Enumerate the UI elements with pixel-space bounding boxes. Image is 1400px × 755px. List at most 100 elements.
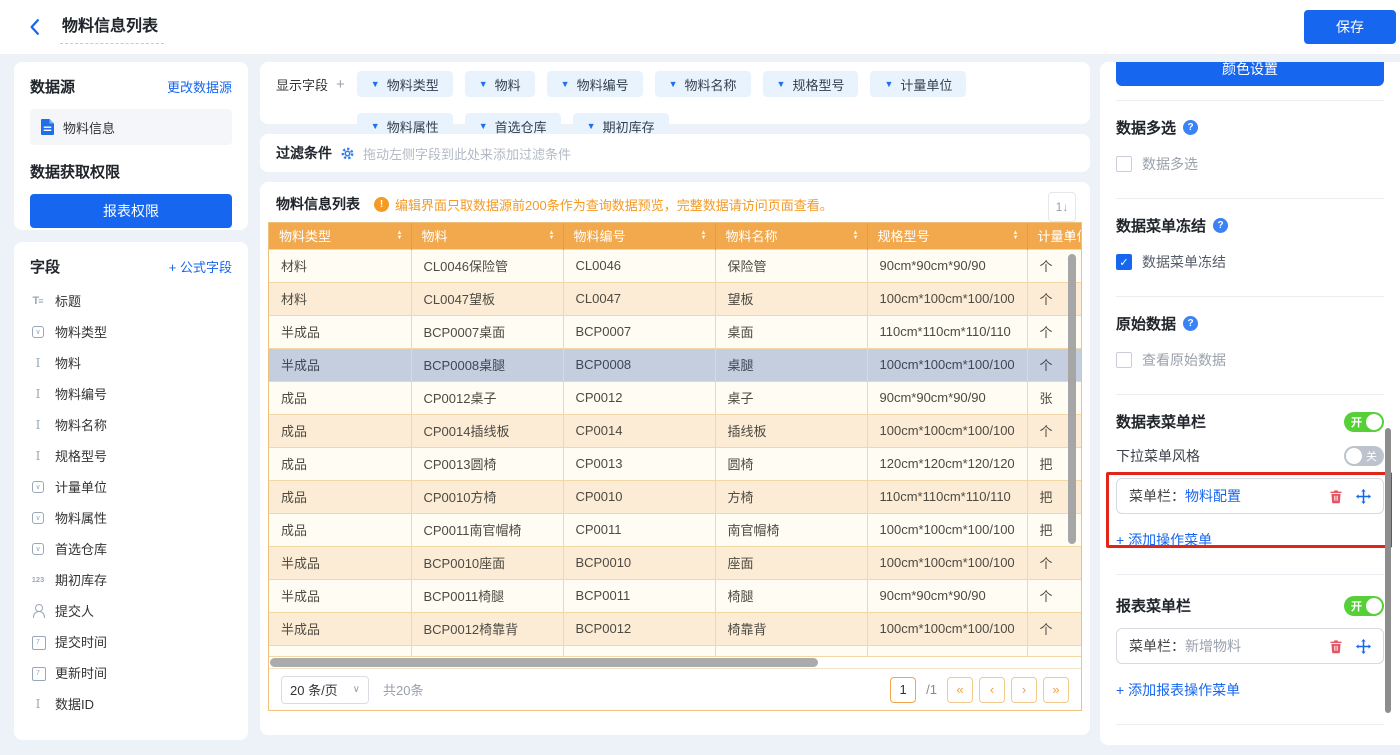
sort-arrows-icon[interactable]: ▲▼ <box>1013 231 1019 241</box>
table-row[interactable]: 半成品BCP0010座面BCP0010座面100cm*100cm*100/100… <box>269 546 1081 579</box>
sort-order-button[interactable]: 1↓ <box>1048 192 1076 222</box>
field-item[interactable]: ∨物料属性 <box>30 502 232 533</box>
field-item[interactable]: ∨计量单位 <box>30 471 232 502</box>
data-menu-title: 数据表菜单栏 <box>1116 411 1206 432</box>
field-item[interactable]: 物料 <box>30 347 232 378</box>
chevron-down-icon: ▼ <box>561 79 570 89</box>
field-item[interactable]: 期初库存 <box>30 564 232 595</box>
table-row[interactable]: 材料CL0046保险管CL0046保险管90cm*90cm*90/90个 <box>269 249 1081 282</box>
field-item[interactable]: ∨首选仓库 <box>30 533 232 564</box>
sort-arrows-icon[interactable]: ▲▼ <box>701 231 707 241</box>
sort-arrows-icon[interactable]: ▲▼ <box>1067 231 1073 241</box>
display-field-chip[interactable]: ▼物料类型 <box>357 71 453 97</box>
report-menu-item[interactable]: 菜单栏： 新增物料 <box>1116 628 1384 664</box>
table-cell: 110cm*110cm*110/110 <box>867 315 1027 348</box>
field-item[interactable]: 物料编号 <box>30 378 232 409</box>
table-row[interactable]: 成品CP0013圆椅CP0013圆椅120cm*120cm*120/120把 <box>269 447 1081 480</box>
dropdown-style-toggle[interactable]: 关 <box>1344 446 1384 466</box>
add-report-action-menu-link[interactable]: + 添加报表操作菜单 <box>1116 680 1384 700</box>
page-total: /1 <box>926 682 937 697</box>
table-row[interactable]: 成品CP0014插线板CP0014插线板100cm*100cm*100/100个 <box>269 414 1081 447</box>
table-cell: BCP0012 <box>563 612 715 645</box>
page-size-select[interactable]: 20 条/页 ∨ <box>281 676 369 704</box>
freeze-checkbox-row[interactable]: ✓ 数据菜单冻结 <box>1116 252 1384 272</box>
field-item[interactable]: 规格型号 <box>30 440 232 471</box>
checkbox[interactable] <box>1116 156 1132 172</box>
first-page-button[interactable]: « <box>947 677 973 703</box>
help-icon[interactable]: ? <box>1183 316 1198 331</box>
next-page-button[interactable]: › <box>1011 677 1037 703</box>
raw-data-checkbox-row[interactable]: 查看原始数据 <box>1116 350 1384 370</box>
divider <box>1116 100 1384 101</box>
checkbox[interactable] <box>1116 352 1132 368</box>
chevron-down-icon: ▼ <box>777 79 786 89</box>
field-item[interactable]: 提交人 <box>30 595 232 626</box>
chip-label: 期初库存 <box>603 117 655 136</box>
add-formula-field-link[interactable]: + 公式字段 <box>169 257 232 276</box>
column-header[interactable]: 物料编号▲▼ <box>563 223 715 249</box>
column-header[interactable]: 物料类型▲▼ <box>269 223 411 249</box>
help-icon[interactable]: ? <box>1183 120 1198 135</box>
table-cell: BCP0010 <box>563 546 715 579</box>
column-header[interactable]: 物料名称▲▼ <box>715 223 867 249</box>
table-row[interactable]: 半成品BCP0007桌面BCP0007桌面110cm*110cm*110/110… <box>269 315 1081 348</box>
display-field-chip[interactable]: ▼物料编号 <box>547 71 643 97</box>
panel-vertical-scrollbar[interactable] <box>1385 428 1391 713</box>
field-item[interactable]: 标题 <box>30 285 232 316</box>
column-header[interactable]: 物料▲▼ <box>411 223 563 249</box>
help-icon[interactable]: ? <box>1213 218 1228 233</box>
table-row[interactable]: 成品CP0012桌子CP0012桌子90cm*90cm*90/90张 <box>269 381 1081 414</box>
field-item[interactable]: ∨物料类型 <box>30 316 232 347</box>
add-action-menu-link[interactable]: + 添加操作菜单 <box>1116 530 1384 550</box>
table-header-row: 物料类型▲▼物料▲▼物料编号▲▼物料名称▲▼规格型号▲▼计量单位▲▼ <box>269 223 1081 249</box>
table-row[interactable]: 材料CL0047望板CL0047望板100cm*100cm*100/100个 <box>269 282 1081 315</box>
table-cell: BCP0007 <box>563 315 715 348</box>
column-header[interactable]: 计量单位▲▼ <box>1027 223 1081 249</box>
menu-value[interactable]: 新增物料 <box>1185 636 1241 656</box>
display-field-chip[interactable]: ▼物料 <box>465 71 535 97</box>
menu-value[interactable]: 物料配置 <box>1185 486 1241 506</box>
table-row[interactable]: 半成品BCP0012椅靠背BCP0012椅靠背100cm*100cm*100/1… <box>269 612 1081 645</box>
move-icon[interactable] <box>1356 639 1371 654</box>
table-row[interactable]: 半成品BCP0008桌腿BCP0008桌腿100cm*100cm*100/100… <box>269 348 1081 381</box>
table-cell: 望板 <box>715 282 867 315</box>
change-datasource-link[interactable]: 更改数据源 <box>167 77 232 96</box>
checkbox[interactable]: ✓ <box>1116 254 1132 270</box>
display-field-chip[interactable]: ▼计量单位 <box>870 71 966 97</box>
delete-icon[interactable] <box>1329 489 1343 504</box>
field-item[interactable]: 更新时间 <box>30 657 232 688</box>
back-button[interactable] <box>26 18 44 36</box>
table-row[interactable]: 半成品BCP0011椅腿BCP0011椅腿90cm*90cm*90/90个 <box>269 579 1081 612</box>
field-item[interactable]: 数据ID <box>30 688 232 719</box>
divider <box>1116 574 1384 575</box>
prev-page-button[interactable]: ‹ <box>979 677 1005 703</box>
sort-arrows-icon[interactable]: ▲▼ <box>397 231 403 241</box>
add-display-field-icon[interactable]: + <box>336 76 345 93</box>
field-item[interactable]: 提交时间 <box>30 626 232 657</box>
table-horizontal-scrollbar[interactable] <box>270 658 818 667</box>
gear-icon[interactable] <box>340 146 355 161</box>
table-cell: 100cm*100cm*100/100 <box>867 612 1027 645</box>
multi-select-checkbox-row[interactable]: 数据多选 <box>1116 154 1384 174</box>
last-page-button[interactable]: » <box>1043 677 1069 703</box>
data-menu-toggle[interactable]: 开 <box>1344 412 1384 432</box>
data-menu-item[interactable]: 菜单栏： 物料配置 <box>1116 478 1384 514</box>
save-button[interactable]: 保存 <box>1304 10 1396 44</box>
color-settings-button[interactable]: 颜色设置 <box>1116 62 1384 86</box>
table-vertical-scrollbar[interactable] <box>1068 254 1076 544</box>
table-row[interactable]: 成品CP0011南官帽椅CP0011南官帽椅100cm*100cm*100/10… <box>269 513 1081 546</box>
move-icon[interactable] <box>1356 489 1371 504</box>
sort-arrows-icon[interactable]: ▲▼ <box>549 231 555 241</box>
field-item[interactable]: 物料名称 <box>30 409 232 440</box>
sort-arrows-icon[interactable]: ▲▼ <box>853 231 859 241</box>
table-row[interactable]: 成品CP0010方椅CP0010方椅110cm*110cm*110/110把 <box>269 480 1081 513</box>
display-field-chip[interactable]: ▼规格型号 <box>763 71 859 97</box>
column-header[interactable]: 规格型号▲▼ <box>867 223 1027 249</box>
datasource-item[interactable]: 物料信息 <box>30 109 232 145</box>
delete-icon[interactable] <box>1329 639 1343 654</box>
report-menu-toggle[interactable]: 开 <box>1344 596 1384 616</box>
current-page-input[interactable]: 1 <box>890 677 916 703</box>
display-field-chip[interactable]: ▼物料名称 <box>655 71 751 97</box>
report-permission-button[interactable]: 报表权限 <box>30 194 232 228</box>
table-cell: 椅靠背 <box>715 612 867 645</box>
